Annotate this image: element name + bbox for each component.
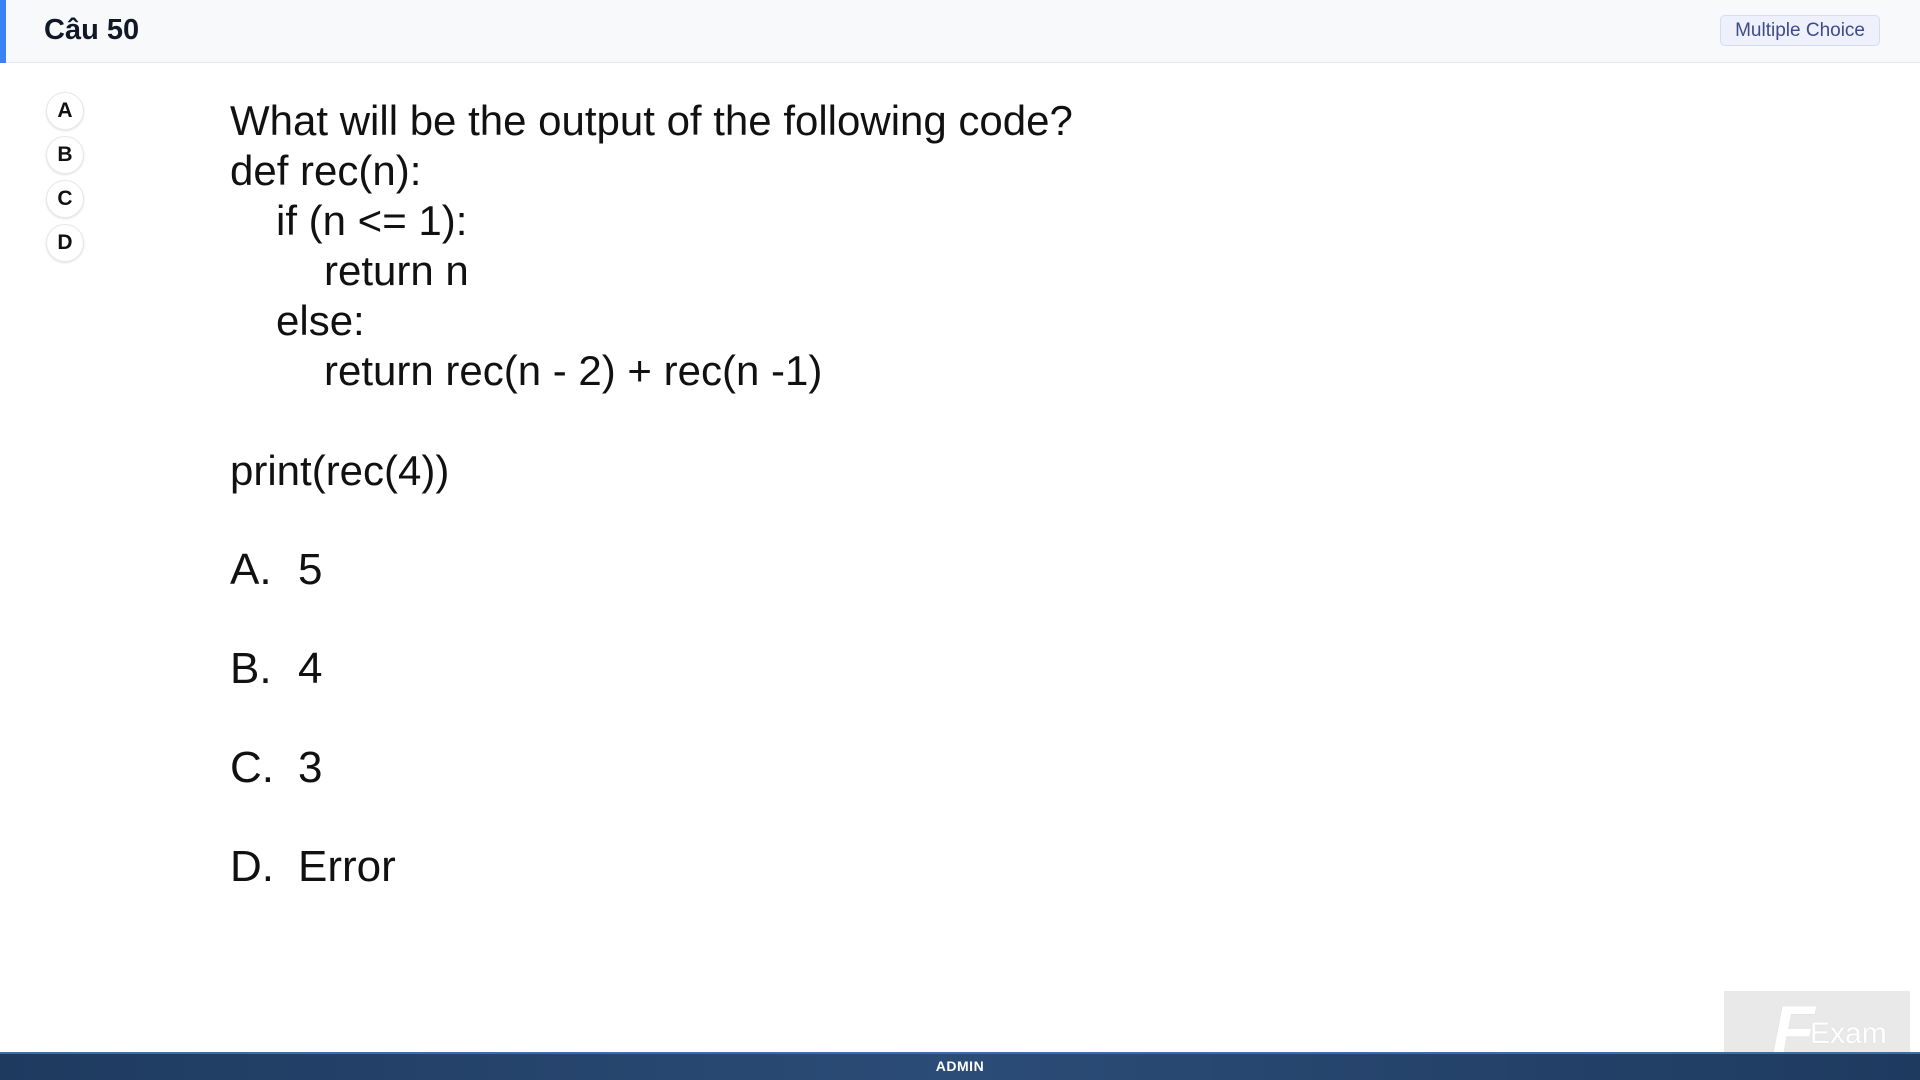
answer-text: 3 bbox=[298, 743, 323, 792]
answer-choice: A. 5 bbox=[230, 545, 1530, 595]
watermark-text: Exam bbox=[1810, 1017, 1887, 1050]
option-a-button[interactable]: A bbox=[46, 92, 84, 130]
option-c-button[interactable]: C bbox=[46, 180, 84, 218]
code-line: def rec(n): bbox=[230, 147, 422, 194]
answer-letter: A. bbox=[230, 545, 272, 594]
question-header: Câu 50 Multiple Choice bbox=[0, 0, 1920, 63]
header-accent-bar bbox=[0, 0, 6, 63]
answer-text: Error bbox=[298, 842, 396, 891]
question-prompt: What will be the output of the following… bbox=[230, 97, 1073, 144]
answer-choice: D. Error bbox=[230, 842, 1530, 892]
answer-option-list: A B C D bbox=[46, 92, 86, 268]
option-d-button[interactable]: D bbox=[46, 224, 84, 262]
code-line: if (n <= 1): bbox=[276, 197, 468, 244]
code-line: else: bbox=[276, 297, 365, 344]
code-line: return rec(n - 2) + rec(n -1) bbox=[324, 347, 823, 394]
question-title: Câu 50 bbox=[44, 14, 140, 46]
answer-text: 5 bbox=[298, 545, 323, 594]
code-line: return n bbox=[324, 247, 469, 294]
answer-letter: C. bbox=[230, 743, 274, 792]
answer-letter: D. bbox=[230, 842, 274, 891]
code-call-line: print(rec(4)) bbox=[230, 447, 450, 494]
answer-text: 4 bbox=[298, 644, 323, 693]
page: Câu 50 Multiple Choice A B C D What will… bbox=[0, 0, 1920, 1080]
option-b-button[interactable]: B bbox=[46, 136, 84, 174]
answer-choice: C. 3 bbox=[230, 743, 1530, 793]
answer-letter: B. bbox=[230, 644, 272, 693]
footer-bar: ADMIN bbox=[0, 1052, 1920, 1080]
question-content: What will be the output of the following… bbox=[230, 96, 1530, 892]
question-type-badge: Multiple Choice bbox=[1720, 15, 1880, 46]
answer-choice: B. 4 bbox=[230, 644, 1530, 694]
footer-admin-label: ADMIN bbox=[935, 1058, 985, 1074]
